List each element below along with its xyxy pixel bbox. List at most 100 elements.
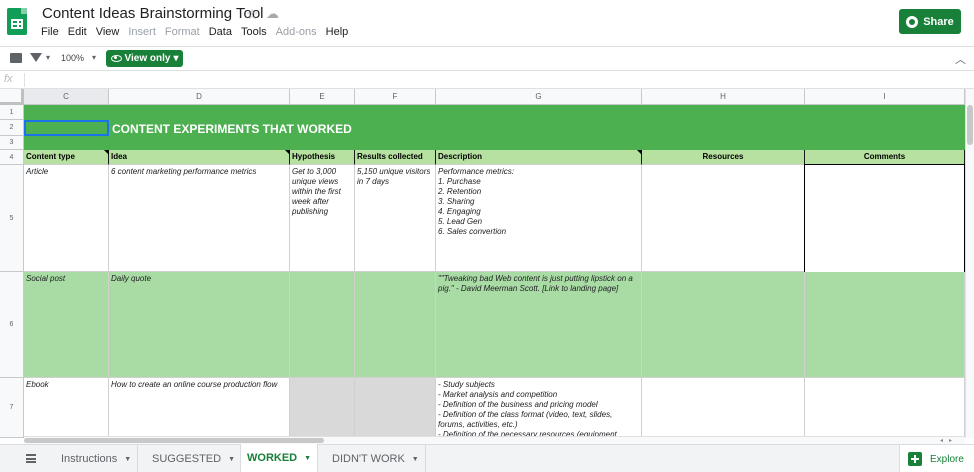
cell-hypothesis[interactable] xyxy=(290,272,355,378)
explore-label: Explore xyxy=(930,453,964,465)
tab-worked[interactable]: WORKED ▼ xyxy=(240,444,319,472)
header-comments[interactable]: Comments xyxy=(805,150,965,165)
list-item: - Study subjects xyxy=(438,380,495,389)
scroll-thumb[interactable] xyxy=(24,438,324,443)
menu-edit[interactable]: Edit xyxy=(67,26,92,38)
scroll-arrows-icon[interactable]: ◂▸ xyxy=(940,437,958,444)
list-item: Performance metrics: xyxy=(438,167,515,176)
cell-results[interactable]: 5,150 unique visitors in 7 days xyxy=(355,165,436,272)
fx-icon: fx xyxy=(4,73,13,85)
spreadsheet-grid[interactable]: C D E F G H I 1 2 3 4 5 6 7 CONTENT EXPE… xyxy=(0,89,974,438)
menu-help[interactable]: Help xyxy=(325,26,354,38)
chevron-down-icon[interactable]: ▾ xyxy=(46,53,50,62)
column-header-e[interactable]: E xyxy=(290,89,355,105)
all-sheets-menu-icon[interactable] xyxy=(26,454,36,463)
chevron-down-icon: ▼ xyxy=(411,455,419,463)
vertical-scrollbar[interactable] xyxy=(965,89,974,438)
menu-data[interactable]: Data xyxy=(208,26,237,38)
cell-hypothesis[interactable] xyxy=(290,378,355,438)
row-header-2[interactable]: 2 xyxy=(0,120,24,136)
cell-comments[interactable] xyxy=(805,272,965,378)
explore-button[interactable]: Explore xyxy=(899,445,974,472)
chevron-up-icon[interactable]: ︿ xyxy=(955,51,966,67)
cloud-status-icon[interactable]: ☁ xyxy=(266,6,279,22)
share-button[interactable]: Share xyxy=(899,9,961,34)
column-header-c[interactable]: C xyxy=(24,89,109,105)
header-idea[interactable]: Idea xyxy=(109,150,290,165)
tab-suggested[interactable]: SUGGESTED ▼ xyxy=(146,445,243,472)
chevron-down-icon[interactable]: ▾ xyxy=(92,53,96,62)
list-item: 6. Sales convertion xyxy=(438,227,507,236)
filter-icon[interactable] xyxy=(30,53,42,62)
cell-description[interactable]: Performance metrics: 1. Purchase 2. Rete… xyxy=(436,165,642,272)
cell-content-type[interactable]: Social post xyxy=(24,272,109,378)
menu-tools[interactable]: Tools xyxy=(240,26,272,38)
menu-add-ons: Add-ons xyxy=(275,26,317,38)
view-only-button[interactable]: View only ▾ xyxy=(106,50,183,67)
cell-hypothesis[interactable]: Get to 3,000 unique views within the fir… xyxy=(290,165,355,272)
row-header-7[interactable]: 7 xyxy=(0,378,24,438)
header-results[interactable]: Results collected xyxy=(355,150,436,165)
menu-insert: Insert xyxy=(128,26,156,38)
header-content-type[interactable]: Content type xyxy=(24,150,109,165)
tab-label: DIDN'T WORK xyxy=(332,453,405,465)
list-item: 3. Sharing xyxy=(438,197,475,206)
cell-comments[interactable] xyxy=(804,164,965,273)
zoom-select[interactable]: 100% xyxy=(61,53,84,63)
row-header-6[interactable]: 6 xyxy=(0,272,24,378)
print-icon[interactable] xyxy=(10,53,22,63)
cell-content-type[interactable]: Ebook xyxy=(24,378,109,438)
selected-cell[interactable] xyxy=(24,120,109,136)
sheet-title: CONTENT EXPERIMENTS THAT WORKED xyxy=(112,122,352,136)
star-icon[interactable]: ☆ xyxy=(246,6,259,23)
row-header-1[interactable]: 1 xyxy=(0,105,24,120)
cell-resources[interactable] xyxy=(642,272,805,378)
column-header-f[interactable]: F xyxy=(355,89,436,105)
row-header-3[interactable]: 3 xyxy=(0,136,24,150)
column-header-g[interactable]: G xyxy=(436,89,642,105)
header-description[interactable]: Description xyxy=(436,150,642,165)
horizontal-scrollbar[interactable] xyxy=(24,436,965,444)
scroll-thumb[interactable] xyxy=(967,105,973,145)
row-header-5[interactable]: 5 xyxy=(0,165,24,272)
menu-format: Format xyxy=(164,26,200,38)
cell-resources[interactable] xyxy=(642,165,805,272)
cell-idea[interactable]: Daily quote xyxy=(109,272,290,378)
document-title[interactable]: Content Ideas Brainstorming Tool xyxy=(42,5,264,22)
column-header-d[interactable]: D xyxy=(109,89,290,105)
tab-instructions[interactable]: Instructions ▼ xyxy=(55,445,139,472)
chevron-down-icon: ▼ xyxy=(228,455,236,463)
header-resources[interactable]: Resources xyxy=(642,150,805,165)
chevron-down-icon: ▼ xyxy=(304,454,312,462)
cell-idea[interactable]: 6 content marketing performance metrics xyxy=(109,165,290,272)
note-indicator-icon xyxy=(637,150,642,155)
cell-content-type[interactable]: Article xyxy=(24,165,109,272)
sheets-logo-icon[interactable] xyxy=(7,8,27,35)
menu-view[interactable]: View xyxy=(95,26,125,38)
list-item: - Definition of the class format (video,… xyxy=(438,410,613,429)
formula-bar[interactable]: fx xyxy=(0,71,974,89)
tab-didnt-work[interactable]: DIDN'T WORK ▼ xyxy=(326,445,426,472)
divider xyxy=(24,73,25,87)
view-only-label: View only xyxy=(124,53,171,64)
cell-results[interactable] xyxy=(355,378,436,438)
menu-bar: File Edit View Insert Format Data Tools … xyxy=(40,26,356,38)
sheet-tabs-bar: Instructions ▼ SUGGESTED ▼ WORKED ▼ DIDN'T … xyxy=(0,444,974,472)
cell-results[interactable] xyxy=(355,272,436,378)
chevron-down-icon: ▾ xyxy=(173,53,179,64)
cell-comments[interactable] xyxy=(805,378,965,438)
header-hypothesis[interactable]: Hypothesis xyxy=(290,150,355,165)
cell-idea[interactable]: How to create an online course productio… xyxy=(109,378,290,438)
list-item: 4. Engaging xyxy=(438,207,481,216)
select-all-corner[interactable] xyxy=(0,89,24,105)
column-header-h[interactable]: H xyxy=(642,89,805,105)
share-label: Share xyxy=(923,15,954,28)
menu-file[interactable]: File xyxy=(40,26,64,38)
row-header-4[interactable]: 4 xyxy=(0,150,24,165)
cell-description[interactable]: - Study subjects - Market analysis and c… xyxy=(436,378,642,438)
cell-resources[interactable] xyxy=(642,378,805,438)
cell-description[interactable]: ""Tweaking bad Web content is just putti… xyxy=(436,272,642,378)
tab-label: Instructions xyxy=(61,453,118,465)
column-header-i[interactable]: I xyxy=(805,89,965,105)
eye-icon xyxy=(110,55,122,62)
